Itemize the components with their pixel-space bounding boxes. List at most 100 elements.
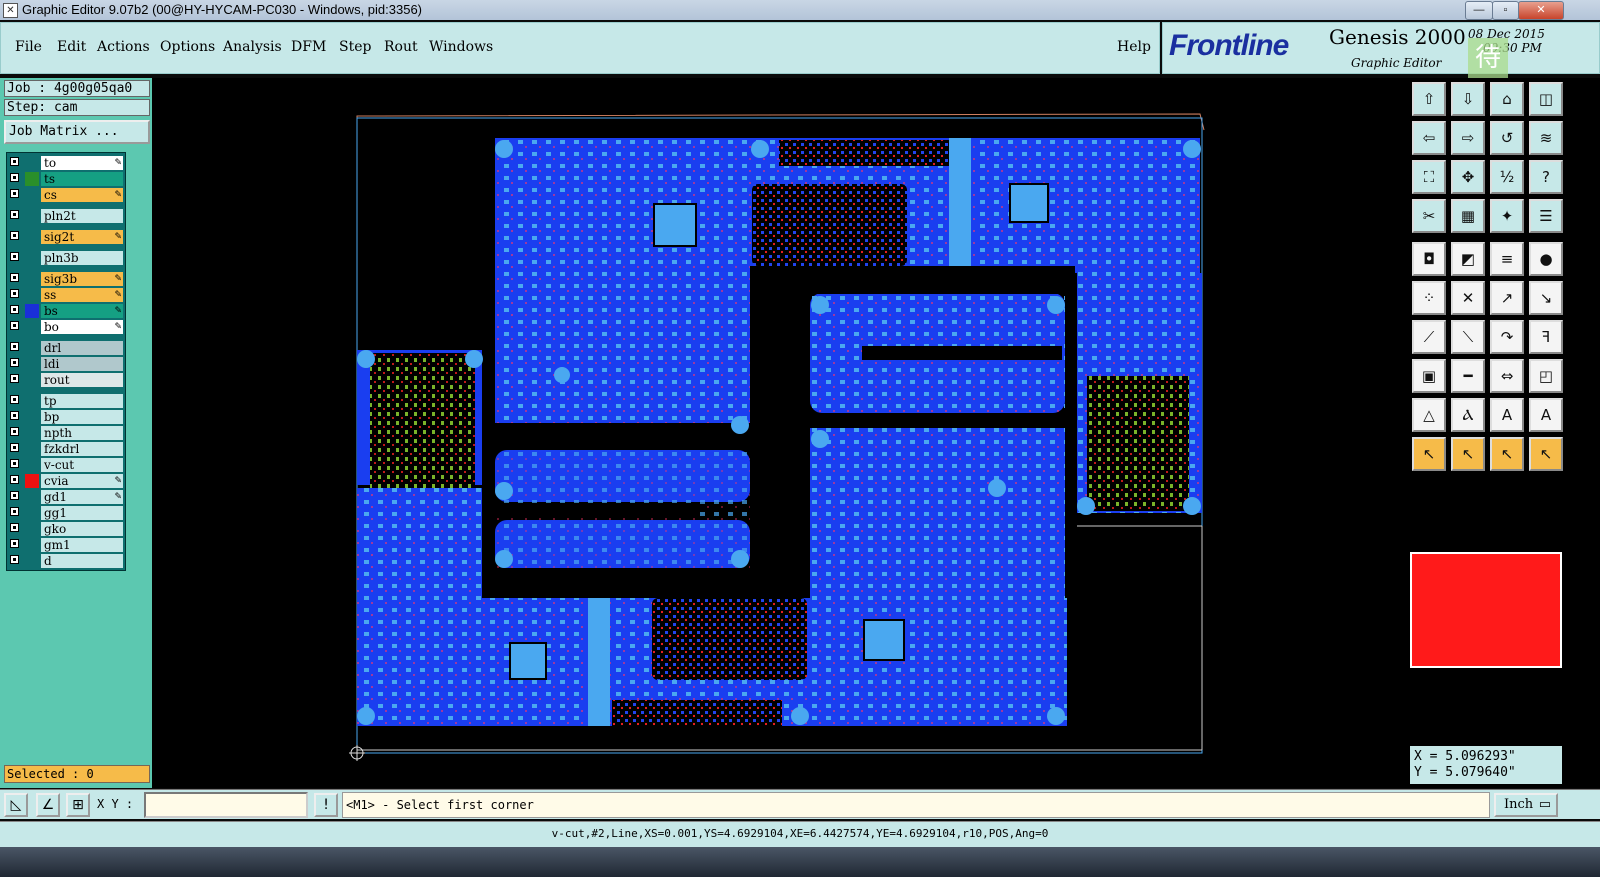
- tool-zoom-in-button[interactable]: ⇩: [1451, 82, 1485, 116]
- menu-rout[interactable]: Rout: [384, 39, 418, 55]
- layer-name[interactable]: sig2t: [41, 230, 123, 244]
- mini-view[interactable]: [1410, 552, 1562, 668]
- tool-cross-button[interactable]: ✕: [1451, 281, 1485, 315]
- layer-color-swatch[interactable]: [25, 458, 39, 472]
- tool-pointer-button[interactable]: ↖: [1412, 437, 1446, 471]
- layer-row-cs[interactable]: cs ✎: [7, 188, 125, 203]
- layer-checkbox[interactable]: [10, 427, 19, 436]
- layer-color-swatch[interactable]: [25, 304, 39, 318]
- menu-file[interactable]: File: [15, 39, 42, 55]
- pcb-view[interactable]: [152, 78, 1408, 788]
- layer-row-bs[interactable]: bs ✎: [7, 304, 125, 319]
- layer-row-ts[interactable]: ts: [7, 172, 125, 187]
- tool-home-button[interactable]: ⌂: [1490, 82, 1524, 116]
- layer-color-swatch[interactable]: [25, 288, 39, 302]
- layer-checkbox[interactable]: [10, 475, 19, 484]
- layer-checkbox[interactable]: [10, 305, 19, 314]
- layer-color-swatch[interactable]: [25, 230, 39, 244]
- tool-edge-button[interactable]: ↘: [1529, 281, 1563, 315]
- layer-checkbox[interactable]: [10, 173, 19, 182]
- snap-mode-button[interactable]: ◺: [4, 793, 28, 817]
- layer-row-ss[interactable]: ss ✎: [7, 288, 125, 303]
- tool-a-text-button[interactable]: A: [1529, 398, 1563, 432]
- layer-row-d[interactable]: d: [7, 554, 125, 569]
- tool-copy-button[interactable]: ◰: [1529, 359, 1563, 393]
- layer-color-swatch[interactable]: [25, 156, 39, 170]
- tool-window-button[interactable]: ◫: [1529, 82, 1563, 116]
- tool-add-pad-button[interactable]: ▣: [1412, 359, 1446, 393]
- layer-name[interactable]: ldi: [41, 357, 123, 371]
- tool-ff-button[interactable]: ꟻ: [1529, 320, 1563, 354]
- layer-color-swatch[interactable]: [25, 506, 39, 520]
- layer-row-bo[interactable]: bo ✎: [7, 320, 125, 335]
- layer-row-v-cut[interactable]: v-cut: [7, 458, 125, 473]
- layer-row-pln3b[interactable]: pln3b: [7, 251, 125, 266]
- layer-checkbox[interactable]: [10, 273, 19, 282]
- job-matrix-button[interactable]: Job Matrix ...: [4, 120, 150, 144]
- tool-fit-width-button[interactable]: ⇔: [1490, 359, 1524, 393]
- tool-ruler-button[interactable]: ≡: [1490, 242, 1524, 276]
- layer-checkbox[interactable]: [10, 231, 19, 240]
- layer-row-pln2t[interactable]: pln2t: [7, 209, 125, 224]
- tool-triangle-button[interactable]: △: [1412, 398, 1446, 432]
- tool-capture-button[interactable]: ◘: [1412, 242, 1446, 276]
- layer-name[interactable]: gd1: [41, 490, 123, 504]
- layer-name[interactable]: sig3b: [41, 272, 123, 286]
- layer-row-rout[interactable]: rout: [7, 373, 125, 388]
- menu-options[interactable]: Options: [160, 39, 215, 55]
- menu-help[interactable]: Help: [1117, 39, 1151, 55]
- layer-color-swatch[interactable]: [25, 410, 39, 424]
- tool-minus-button[interactable]: ━: [1451, 359, 1485, 393]
- tool-move-button[interactable]: ↗: [1490, 281, 1524, 315]
- layer-name[interactable]: to: [41, 156, 123, 170]
- layer-color-swatch[interactable]: [25, 188, 39, 202]
- layer-checkbox[interactable]: [10, 157, 19, 166]
- layer-name[interactable]: ss: [41, 288, 123, 302]
- layer-checkbox[interactable]: [10, 395, 19, 404]
- units-select[interactable]: Inch ▭: [1494, 793, 1558, 817]
- layer-color-swatch[interactable]: [25, 272, 39, 286]
- tool-layers-button[interactable]: ☰: [1529, 199, 1563, 233]
- layer-color-swatch[interactable]: [25, 522, 39, 536]
- layer-color-swatch[interactable]: [25, 554, 39, 568]
- menu-edit[interactable]: Edit: [57, 39, 86, 55]
- tool-scale-1-2-button[interactable]: ½: [1490, 160, 1524, 194]
- menu-windows[interactable]: Windows: [429, 39, 493, 55]
- layer-row-drl[interactable]: drl: [7, 341, 125, 356]
- layer-name[interactable]: npth: [41, 426, 123, 440]
- tool-help-button[interactable]: ?: [1529, 160, 1563, 194]
- layer-color-swatch[interactable]: [25, 538, 39, 552]
- alert-button[interactable]: !: [314, 793, 338, 817]
- layer-name[interactable]: bp: [41, 410, 123, 424]
- layer-name[interactable]: rout: [41, 373, 123, 387]
- layer-row-sig3b[interactable]: sig3b ✎: [7, 272, 125, 287]
- layer-name[interactable]: pln2t: [41, 209, 123, 223]
- layer-checkbox[interactable]: [10, 342, 19, 351]
- tool-select-box-button[interactable]: ◩: [1451, 242, 1485, 276]
- minimize-button[interactable]: —: [1465, 1, 1493, 20]
- tool-zoom-home-button[interactable]: ⇧: [1412, 82, 1446, 116]
- tool-dot-button[interactable]: ●: [1529, 242, 1563, 276]
- tool-a-button[interactable]: Ⲁ: [1451, 398, 1485, 432]
- layer-color-swatch[interactable]: [25, 426, 39, 440]
- tool-center-button[interactable]: ✥: [1451, 160, 1485, 194]
- layer-row-cvia[interactable]: cvia ✎: [7, 474, 125, 489]
- tool-redraw-button[interactable]: ↺: [1490, 121, 1524, 155]
- layer-row-ldi[interactable]: ldi: [7, 357, 125, 372]
- layer-checkbox[interactable]: [10, 189, 19, 198]
- layer-checkbox[interactable]: [10, 523, 19, 532]
- tool-a-underline-button[interactable]: A: [1490, 398, 1524, 432]
- layer-row-sig2t[interactable]: sig2t ✎: [7, 230, 125, 245]
- layer-color-swatch[interactable]: [25, 209, 39, 223]
- layer-checkbox[interactable]: [10, 555, 19, 564]
- layer-color-swatch[interactable]: [25, 320, 39, 334]
- layer-checkbox[interactable]: [10, 321, 19, 330]
- tool-fill-button[interactable]: ≋: [1529, 121, 1563, 155]
- close-button[interactable]: ✕: [1518, 1, 1564, 20]
- layer-name[interactable]: fzkdrl: [41, 442, 123, 456]
- layer-color-swatch[interactable]: [25, 172, 39, 186]
- layer-color-swatch[interactable]: [25, 474, 39, 488]
- layer-checkbox[interactable]: [10, 210, 19, 219]
- layer-checkbox[interactable]: [10, 252, 19, 261]
- layer-name[interactable]: gko: [41, 522, 123, 536]
